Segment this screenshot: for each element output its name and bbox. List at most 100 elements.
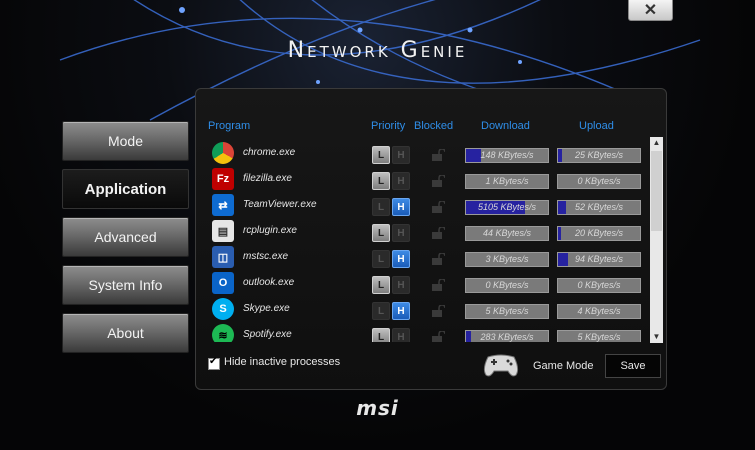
upload-rate-bar-value: 0 KBytes/s [577,176,621,186]
upload-rate-bar-value: 52 KBytes/s [574,202,624,212]
upload-rate-bar: 25 KBytes/s [557,148,641,163]
hide-inactive-checkbox[interactable] [208,356,220,370]
spotify-icon: ≋ [212,324,234,342]
close-icon: ✕ [643,2,658,19]
process-name: mstsc.exe [243,251,289,262]
download-rate-bar-value: 5105 KBytes/s [477,202,537,212]
column-header-priority[interactable]: Priority [371,120,405,132]
priority-high-button[interactable]: H [392,224,410,242]
priority-low-button[interactable]: L [372,146,390,164]
process-list-scrollbar[interactable]: ▲ ▼ [650,137,663,343]
upload-rate-bar: 52 KBytes/s [557,200,641,215]
network-genie-window: ✕ Network Genie Mode Application Advance… [0,0,755,450]
upload-rate-bar-value: 0 KBytes/s [577,280,621,290]
process-row[interactable]: ◫ mstsc.exe L H 3 KBytes/s 94 KBytes/s [205,245,650,271]
scroll-down-arrow-icon[interactable]: ▼ [650,331,663,343]
upload-rate-bar-value: 4 KBytes/s [577,306,621,316]
column-header-download[interactable]: Download [481,120,530,132]
download-rate-bar-value: 1 KBytes/s [485,176,529,186]
upload-rate-bar-value: 25 KBytes/s [574,150,624,160]
block-lock-icon[interactable] [431,279,445,291]
save-button[interactable]: Save [605,354,661,378]
mstsc-icon: ◫ [212,246,234,268]
upload-rate-bar: 20 KBytes/s [557,226,641,241]
upload-rate-bar: 0 KBytes/s [557,174,641,189]
scroll-up-arrow-icon[interactable]: ▲ [650,137,663,149]
filezilla-icon: Fz [212,168,234,190]
game-mode-label: Game Mode [533,360,594,372]
app-title: Network Genie [287,38,468,63]
close-button[interactable]: ✕ [628,0,673,21]
block-lock-icon[interactable] [431,331,445,342]
column-header-blocked[interactable]: Blocked [414,120,453,132]
priority-high-button[interactable]: H [392,146,410,164]
process-row[interactable]: S Skype.exe L H 5 KBytes/s 4 KBytes/s [205,297,650,323]
priority-low-button[interactable]: L [372,198,390,216]
process-row[interactable]: chrome.exe L H 148 KBytes/s 25 KBytes/s [205,141,650,167]
nav-about-button[interactable]: About [62,313,189,353]
process-name: Spotify.exe [243,329,292,340]
priority-low-button[interactable]: L [372,224,390,242]
download-rate-bar: 5105 KBytes/s [465,200,549,215]
msi-logo: msi [356,396,399,420]
process-name: TeamViewer.exe [243,199,317,210]
download-rate-bar: 3 KBytes/s [465,252,549,267]
priority-high-button[interactable]: H [392,198,410,216]
outlook-icon: O [212,272,234,294]
column-header-program[interactable]: Program [208,120,250,132]
priority-low-button[interactable]: L [372,302,390,320]
process-row[interactable]: ≋ Spotify.exe L H 283 KBytes/s 5 KBytes/s [205,323,650,342]
priority-high-button[interactable]: H [392,328,410,342]
teamviewer-icon: ⇄ [212,194,234,216]
download-rate-bar-value: 44 KBytes/s [482,228,532,238]
nav-advanced-button[interactable]: Advanced [62,217,189,257]
download-rate-bar-value: 0 KBytes/s [485,280,529,290]
scrollbar-thumb[interactable] [651,151,662,231]
download-rate-bar: 5 KBytes/s [465,304,549,319]
download-rate-bar: 0 KBytes/s [465,278,549,293]
process-name: filezilla.exe [243,173,292,184]
upload-rate-bar-value: 20 KBytes/s [574,228,624,238]
sidebar-nav: Mode Application Advanced System Info Ab… [62,121,189,361]
priority-high-button[interactable]: H [392,172,410,190]
process-row[interactable]: ▤ rcplugin.exe L H 44 KBytes/s 20 KBytes/s [205,219,650,245]
block-lock-icon[interactable] [431,305,445,317]
priority-low-button[interactable]: L [372,172,390,190]
priority-high-button[interactable]: H [392,250,410,268]
priority-high-button[interactable]: H [392,302,410,320]
download-rate-bar-value: 5 KBytes/s [485,306,529,316]
priority-low-button[interactable]: L [372,276,390,294]
upload-rate-bar-value: 5 KBytes/s [577,332,621,342]
block-lock-icon[interactable] [431,175,445,187]
process-row[interactable]: ⇄ TeamViewer.exe L H 5105 KBytes/s 52 KBytes/… [205,193,650,219]
block-lock-icon[interactable] [431,253,445,265]
block-lock-icon[interactable] [431,227,445,239]
upload-rate-bar: 94 KBytes/s [557,252,641,267]
process-name: Skype.exe [243,303,290,314]
process-row[interactable]: Ooutlook.exe L H 0 KBytes/s 0 KBytes/s [205,271,650,297]
upload-rate-bar: 5 KBytes/s [557,330,641,342]
download-rate-bar: 283 KBytes/s [465,330,549,342]
priority-low-button[interactable]: L [372,250,390,268]
column-header-upload[interactable]: Upload [579,120,614,132]
nav-application-button[interactable]: Application [62,169,189,209]
block-lock-icon[interactable] [431,201,445,213]
nav-mode-button[interactable]: Mode [62,121,189,161]
download-rate-bar-value: 3 KBytes/s [485,254,529,264]
block-lock-icon[interactable] [431,149,445,161]
process-list: chrome.exe L H 148 KBytes/s 25 KBytes/s Fz fil… [205,137,650,342]
hide-inactive-label: Hide inactive processes [224,356,341,368]
process-name: rcplugin.exe [243,225,297,236]
process-name: chrome.exe [243,147,296,158]
download-rate-bar: 44 KBytes/s [465,226,549,241]
nav-system-info-button[interactable]: System Info [62,265,189,305]
priority-high-button[interactable]: H [392,276,410,294]
process-name: outlook.exe [243,277,295,288]
chrome-icon [212,142,234,164]
download-rate-bar: 1 KBytes/s [465,174,549,189]
gamepad-icon[interactable] [482,351,520,379]
process-row[interactable]: Fz filezilla.exe L H 1 KBytes/s 0 KBytes/s [205,167,650,193]
upload-rate-bar-value: 94 KBytes/s [574,254,624,264]
priority-low-button[interactable]: L [372,328,390,342]
skype-icon: S [212,298,234,320]
